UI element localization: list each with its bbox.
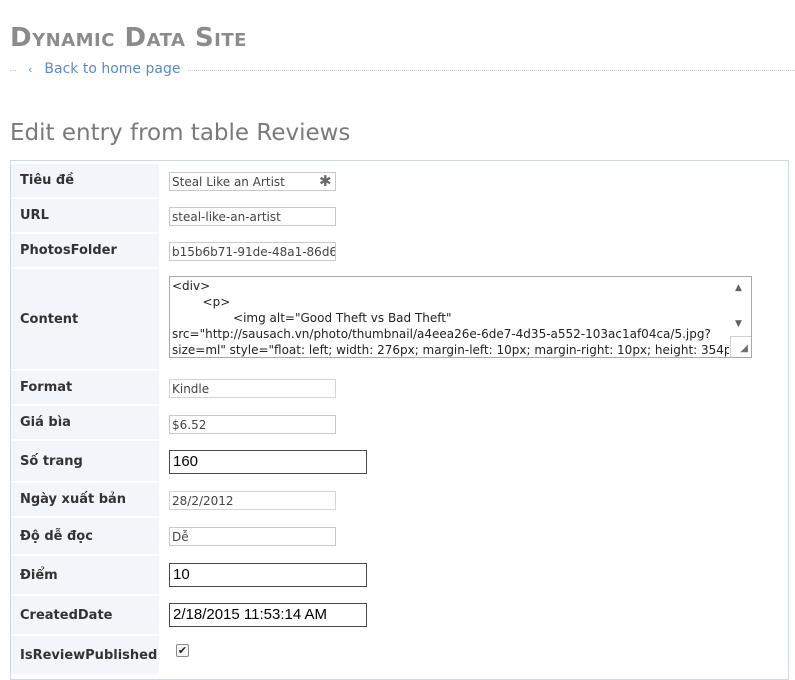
photos-folder-value: b15b6b71-91de-48a1-86d6-5 <box>172 245 336 259</box>
puzzle-picker-icon[interactable]: ✱ <box>319 173 332 189</box>
form-row-do-de-doc: Độ dễ đọc Dễ <box>11 518 788 554</box>
form-row-so-trang: Số trang 160 <box>11 441 788 481</box>
field-label: Ngày xuất bản <box>11 483 159 516</box>
diem-value: 10 <box>173 566 190 583</box>
content-textarea[interactable]: <div> <p> <img alt="Good Theft vs Bad Th… <box>169 276 752 358</box>
field-label: Độ dễ đọc <box>11 518 159 554</box>
field-label: Tiêu đề <box>11 164 159 197</box>
do-de-doc-input[interactable]: Dễ <box>169 527 336 546</box>
diem-input[interactable]: 10 <box>169 563 367 587</box>
chevron-left-icon: ‹ <box>28 63 33 76</box>
format-value: Kindle <box>172 382 210 396</box>
field-label: IsReviewPublished <box>11 636 159 674</box>
created-date-input[interactable]: 2/18/2015 11:53:14 AM <box>169 603 367 627</box>
field-label: URL <box>11 199 159 232</box>
so-trang-value: 160 <box>173 453 199 470</box>
tieu-de-input[interactable]: Steal Like an Artist <box>169 172 336 191</box>
dotted-divider-left <box>10 70 16 71</box>
checkmark-icon: ✔ <box>177 644 188 657</box>
so-trang-input[interactable]: 160 <box>169 450 367 474</box>
gia-bia-value: $6.52 <box>172 418 207 432</box>
ngay-xuat-ban-input[interactable]: 28/2/2012 <box>169 491 336 510</box>
field-label: Content <box>11 269 159 369</box>
form-row-tieu-de: Tiêu đề Steal Like an Artist ✱ <box>11 164 788 197</box>
back-nav: ‹ Back to home page <box>0 58 795 80</box>
url-input[interactable]: steal-like-an-artist <box>169 207 336 226</box>
form-row-photos-folder: PhotosFolder b15b6b71-91de-48a1-86d6-5 <box>11 234 788 267</box>
dotted-divider-right <box>188 70 795 71</box>
resize-grip[interactable]: ◢ <box>730 336 751 357</box>
content-value: <div> <p> <img alt="Good Theft vs Bad Th… <box>172 279 729 357</box>
scroll-down-arrow-icon[interactable]: ▼ <box>735 319 742 329</box>
scroll-up-arrow-icon[interactable]: ▲ <box>735 283 742 293</box>
form-row-content: Content <div> <p> <img alt="Good Theft v… <box>11 269 788 369</box>
created-date-value: 2/18/2015 11:53:14 AM <box>173 606 328 623</box>
content-scrollbar[interactable]: ▲ ▼ <box>731 277 751 339</box>
format-input[interactable]: Kindle <box>169 379 336 398</box>
field-label: Số trang <box>11 441 159 481</box>
page-title: Edit entry from table Reviews <box>10 120 351 146</box>
url-value: steal-like-an-artist <box>172 210 281 224</box>
ngay-xuat-ban-value: 28/2/2012 <box>172 494 234 508</box>
back-link-label: Back to home page <box>44 61 181 77</box>
gia-bia-input[interactable]: $6.52 <box>169 415 336 434</box>
tieu-de-value: Steal Like an Artist <box>172 175 285 189</box>
field-label: PhotosFolder <box>11 234 159 267</box>
form-row-is-review-published: IsReviewPublished ✔ <box>11 636 788 674</box>
photos-folder-input[interactable]: b15b6b71-91de-48a1-86d6-5 <box>169 242 336 261</box>
form-row-diem: Điểm 10 <box>11 556 788 594</box>
field-label: Điểm <box>11 556 159 594</box>
resize-grip-icon: ◢ <box>740 343 748 354</box>
is-review-published-checkbox[interactable]: ✔ <box>176 644 189 657</box>
back-to-home-link[interactable]: ‹ Back to home page <box>28 60 180 79</box>
field-label: CreatedDate <box>11 596 159 634</box>
form-row-ngay-xuat-ban: Ngày xuất bản 28/2/2012 <box>11 483 788 516</box>
field-label: Format <box>11 371 159 404</box>
form-row-url: URL steal-like-an-artist <box>11 199 788 232</box>
form-row-gia-bia: Giá bìa $6.52 <box>11 406 788 439</box>
form-row-format: Format Kindle <box>11 371 788 404</box>
site-title: Dynamic Data Site <box>10 23 247 53</box>
form-row-created-date: CreatedDate 2/18/2015 11:53:14 AM <box>11 596 788 634</box>
do-de-doc-value: Dễ <box>172 530 189 544</box>
edit-form: Tiêu đề Steal Like an Artist ✱ URL steal… <box>10 160 789 680</box>
field-label: Giá bìa <box>11 406 159 439</box>
